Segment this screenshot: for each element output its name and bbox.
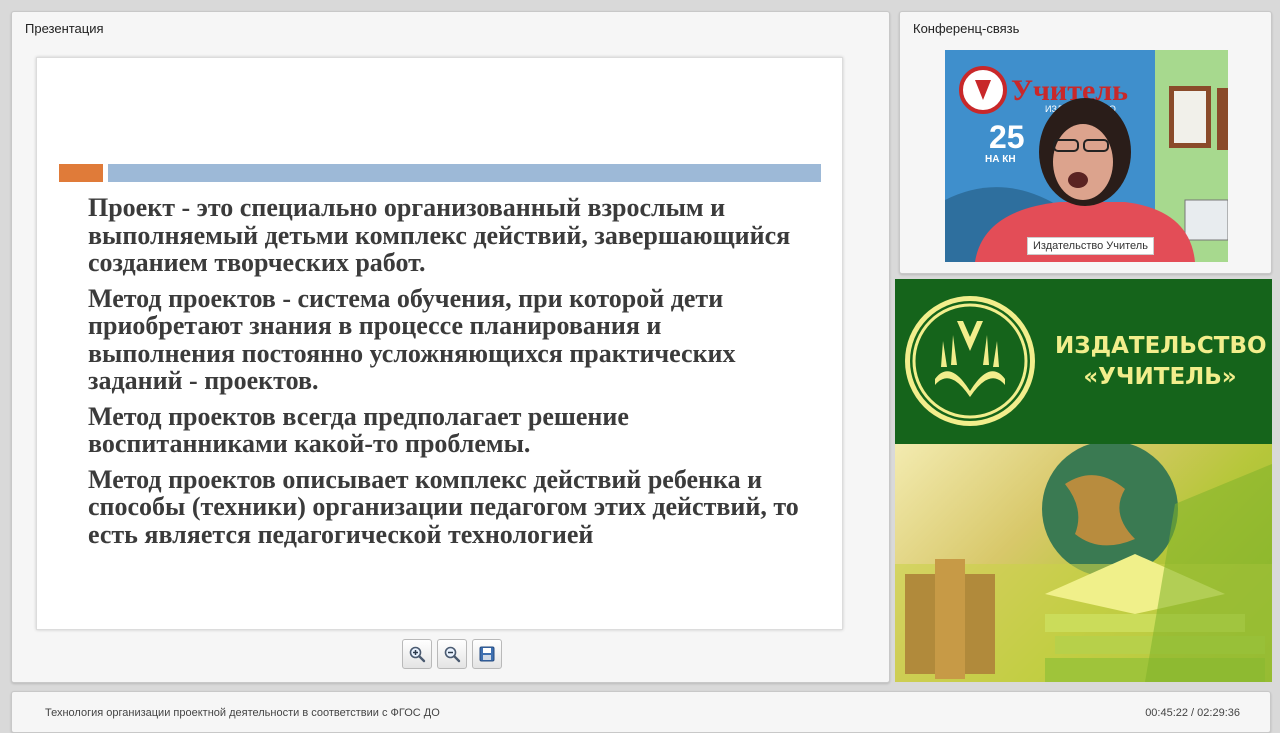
slide-accent-bar-orange xyxy=(59,164,103,182)
publisher-logo-icon xyxy=(905,296,1035,426)
slide-body: Проект - это специально организованный в… xyxy=(88,194,808,556)
slide-paragraph: Метод проектов описывает комплекс действ… xyxy=(88,464,799,549)
publisher-name: ИЗДАТЕЛЬСТВО «УЧИТЕЛЬ» xyxy=(1055,331,1267,393)
conference-panel: Конференц-связь Учитель ИЗДАТЕЛЬСТВО 25 … xyxy=(899,11,1272,274)
publisher-name-line2: «УЧИТЕЛЬ» xyxy=(1083,364,1237,390)
books-globe-illustration xyxy=(895,441,1272,682)
slide-paragraph: Метод проектов всегда предполагает решен… xyxy=(88,401,629,458)
slide-paragraph: Проект - это специально организованный в… xyxy=(88,193,791,277)
zoom-in-icon xyxy=(409,646,426,663)
save-icon xyxy=(479,646,495,662)
backdrop-caption-text: НА КН xyxy=(985,154,1016,165)
webinar-title: Технология организации проектной деятель… xyxy=(45,707,440,719)
save-button[interactable] xyxy=(472,639,502,669)
webcam-scene: Учитель ИЗДАТЕЛЬСТВО 25 НА КН xyxy=(945,50,1228,262)
slide-accent-bar-blue xyxy=(108,164,821,182)
slide-paragraph: Метод проектов - система обучения, при к… xyxy=(88,283,736,395)
footer-bar: Технология организации проектной деятель… xyxy=(11,691,1271,733)
participant-name-label: Издательство Учитель xyxy=(1027,237,1154,255)
presentation-toolbar xyxy=(402,639,502,669)
zoom-out-button[interactable] xyxy=(437,639,467,669)
publisher-banner-image xyxy=(895,441,1272,682)
publisher-name-line1: ИЗДАТЕЛЬСТВО xyxy=(1055,333,1267,359)
zoom-in-button[interactable] xyxy=(402,639,432,669)
presentation-panel-title: Презентация xyxy=(25,21,104,36)
zoom-out-icon xyxy=(444,646,461,663)
slide: Проект - это специально организованный в… xyxy=(36,57,843,630)
conference-panel-title: Конференц-связь xyxy=(913,21,1020,36)
playback-time: 00:45:22 / 02:29:36 xyxy=(1145,707,1240,719)
publisher-banner-header: ИЗДАТЕЛЬСТВО «УЧИТЕЛЬ» xyxy=(895,279,1272,444)
backdrop-number-text: 25 xyxy=(989,119,1025,155)
publisher-banner: ИЗДАТЕЛЬСТВО «УЧИТЕЛЬ» xyxy=(895,279,1272,682)
webcam-video[interactable]: Учитель ИЗДАТЕЛЬСТВО 25 НА КН Издательст… xyxy=(945,50,1228,262)
presentation-panel: Презентация Проект - это специально орга… xyxy=(11,11,890,683)
